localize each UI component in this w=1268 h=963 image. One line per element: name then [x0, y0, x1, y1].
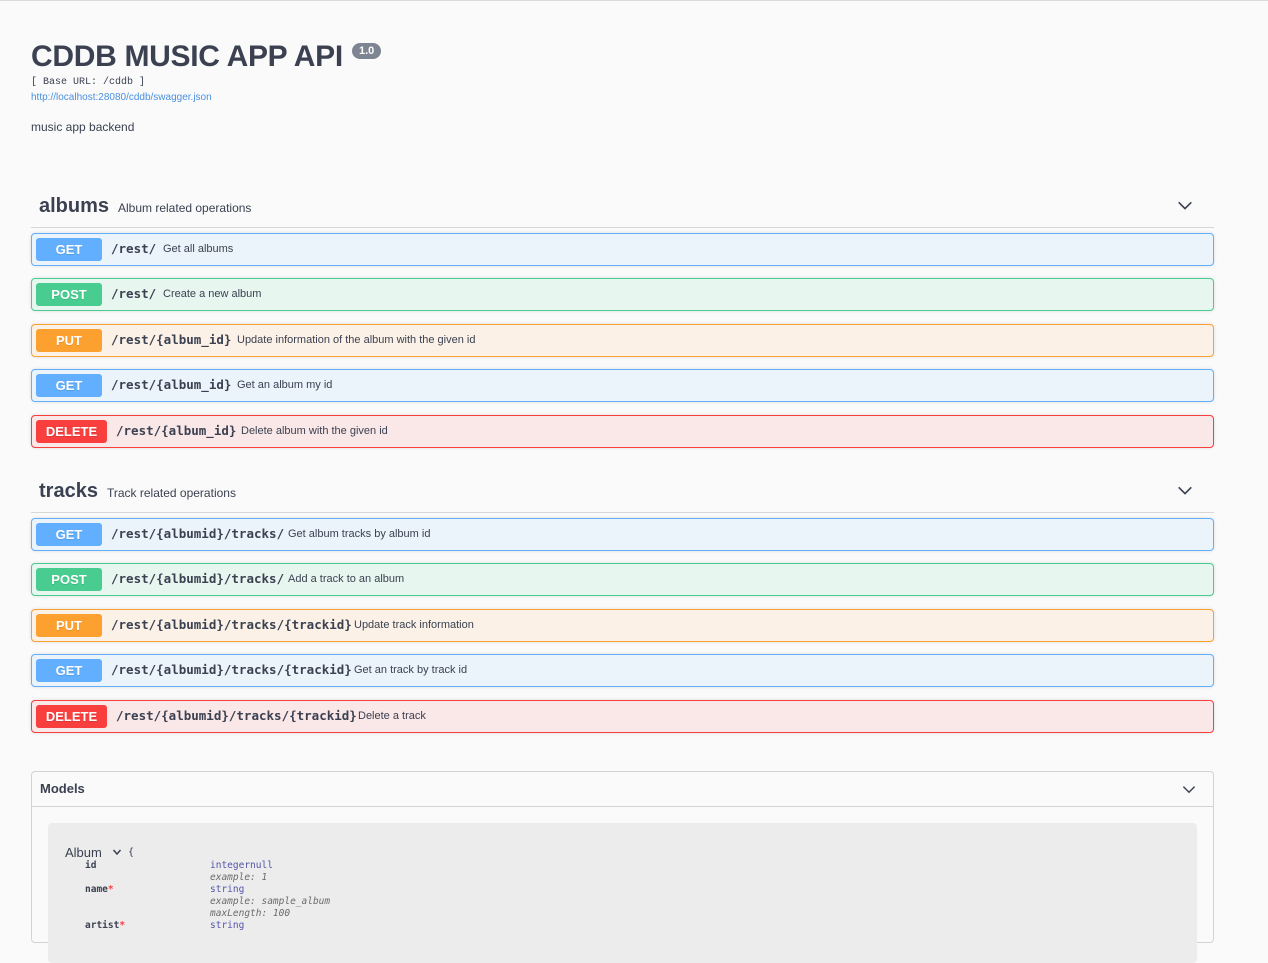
operation-get-albums[interactable]: GET /rest/ Get all albums [31, 233, 1214, 266]
operation-get-track-by-id[interactable]: GET /rest/{albumid}/tracks/{trackid} Get… [31, 654, 1214, 687]
operation-path: /rest/ [111, 241, 157, 256]
base-url: [ Base URL: /cddb ] [31, 77, 146, 88]
model-property-meta: example: 1 [210, 872, 268, 883]
models-header[interactable]: Models [32, 772, 1213, 807]
operation-summary: Delete album with the given id [241, 425, 388, 437]
method-badge: PUT [36, 614, 102, 637]
method-badge: GET [36, 238, 102, 261]
api-description: music app backend [31, 120, 135, 134]
operation-summary: Get album tracks by album id [288, 528, 431, 540]
method-badge: POST [36, 568, 102, 591]
operation-summary: Get an album my id [237, 379, 333, 391]
operation-summary: Update information of the album with the… [237, 334, 476, 346]
operation-put-album[interactable]: PUT /rest/{album_id} Update information … [31, 324, 1214, 357]
model-property-type: string [210, 884, 245, 895]
operation-summary: Add a track to an album [288, 573, 405, 585]
operation-path: /rest/ [111, 286, 157, 301]
model-property-meta: maxLength: 100 [210, 908, 291, 919]
tag-header-tracks[interactable]: tracks Track related operations [31, 467, 1214, 513]
operation-path: /rest/{albumid}/tracks/{trackid} [111, 617, 352, 632]
operation-path: /rest/{albumid}/tracks/{trackid} [111, 662, 352, 677]
tag-description: Album related operations [118, 201, 252, 215]
model-brace: { [128, 847, 135, 858]
tag-section-tracks: tracks Track related operations GET /res… [31, 467, 1214, 733]
method-badge: GET [36, 659, 102, 682]
method-badge: GET [36, 523, 102, 546]
operation-put-track[interactable]: PUT /rest/{albumid}/tracks/{trackid} Upd… [31, 609, 1214, 642]
spec-url-link[interactable]: http://localhost:28080/cddb/swagger.json [31, 92, 212, 103]
api-title: CDDB MUSIC APP API [31, 40, 343, 73]
operation-get-tracks[interactable]: GET /rest/{albumid}/tracks/ Get album tr… [31, 518, 1214, 551]
property-name-text: artist [85, 920, 120, 931]
operation-path: /rest/{albumid}/tracks/ [111, 571, 285, 586]
chevron-down-icon[interactable] [1181, 781, 1197, 797]
model-album: Album { id integernull example: 1 name* … [48, 823, 1197, 963]
chevron-down-icon[interactable] [1176, 481, 1194, 499]
operation-path: /rest/{albumid}/tracks/{trackid} [116, 708, 357, 723]
operation-get-album-by-id[interactable]: GET /rest/{album_id} Get an album my id [31, 369, 1214, 402]
operation-summary: Get all albums [163, 243, 234, 255]
model-name[interactable]: Album [65, 845, 102, 860]
model-property-meta: example: sample_album [210, 896, 331, 907]
operation-summary: Update track information [354, 619, 474, 631]
models-section: Models Album { id integernull example: 1… [31, 771, 1214, 963]
model-property-name: artist* [85, 920, 125, 931]
model-property-type: integernull [210, 860, 273, 871]
property-name-text: name [85, 884, 108, 895]
model-property-name: name* [85, 884, 114, 895]
operation-delete-album[interactable]: DELETE /rest/{album_id} Delete album wit… [31, 415, 1214, 448]
method-badge: PUT [36, 329, 102, 352]
operation-path: /rest/{album_id} [111, 332, 232, 347]
method-badge: POST [36, 283, 102, 306]
model-property-name: id [85, 860, 97, 871]
models-title: Models [40, 781, 85, 796]
model-property-type: string [210, 920, 245, 931]
operation-summary: Delete a track [358, 710, 426, 722]
operation-delete-track[interactable]: DELETE /rest/{albumid}/tracks/{trackid} … [31, 700, 1214, 733]
api-info: CDDB MUSIC APP API 1.0 [ Base URL: /cddb… [31, 0, 1214, 170]
version-badge: 1.0 [352, 43, 382, 59]
tag-description: Track related operations [107, 486, 236, 500]
tag-section-albums: albums Album related operations GET /res… [31, 182, 1214, 448]
method-badge: GET [36, 374, 102, 397]
operation-post-album[interactable]: POST /rest/ Create a new album [31, 278, 1214, 311]
operation-path: /rest/{album_id} [111, 377, 232, 392]
method-badge: DELETE [36, 420, 107, 443]
chevron-down-icon[interactable] [112, 847, 122, 857]
method-badge: DELETE [36, 705, 107, 728]
required-marker: * [119, 920, 126, 931]
operation-path: /rest/{album_id} [116, 423, 237, 438]
operation-summary: Create a new album [163, 288, 262, 300]
operation-path: /rest/{albumid}/tracks/ [111, 526, 285, 541]
swagger-container: CDDB MUSIC APP API 1.0 [ Base URL: /cddb… [31, 0, 1214, 733]
required-marker: * [107, 884, 114, 895]
operation-post-track[interactable]: POST /rest/{albumid}/tracks/ Add a track… [31, 563, 1214, 596]
operation-summary: Get an track by track id [354, 664, 468, 676]
tag-header-albums[interactable]: albums Album related operations [31, 182, 1214, 228]
tag-name[interactable]: albums [39, 195, 109, 218]
chevron-down-icon[interactable] [1176, 196, 1194, 214]
tag-name[interactable]: tracks [39, 480, 98, 503]
